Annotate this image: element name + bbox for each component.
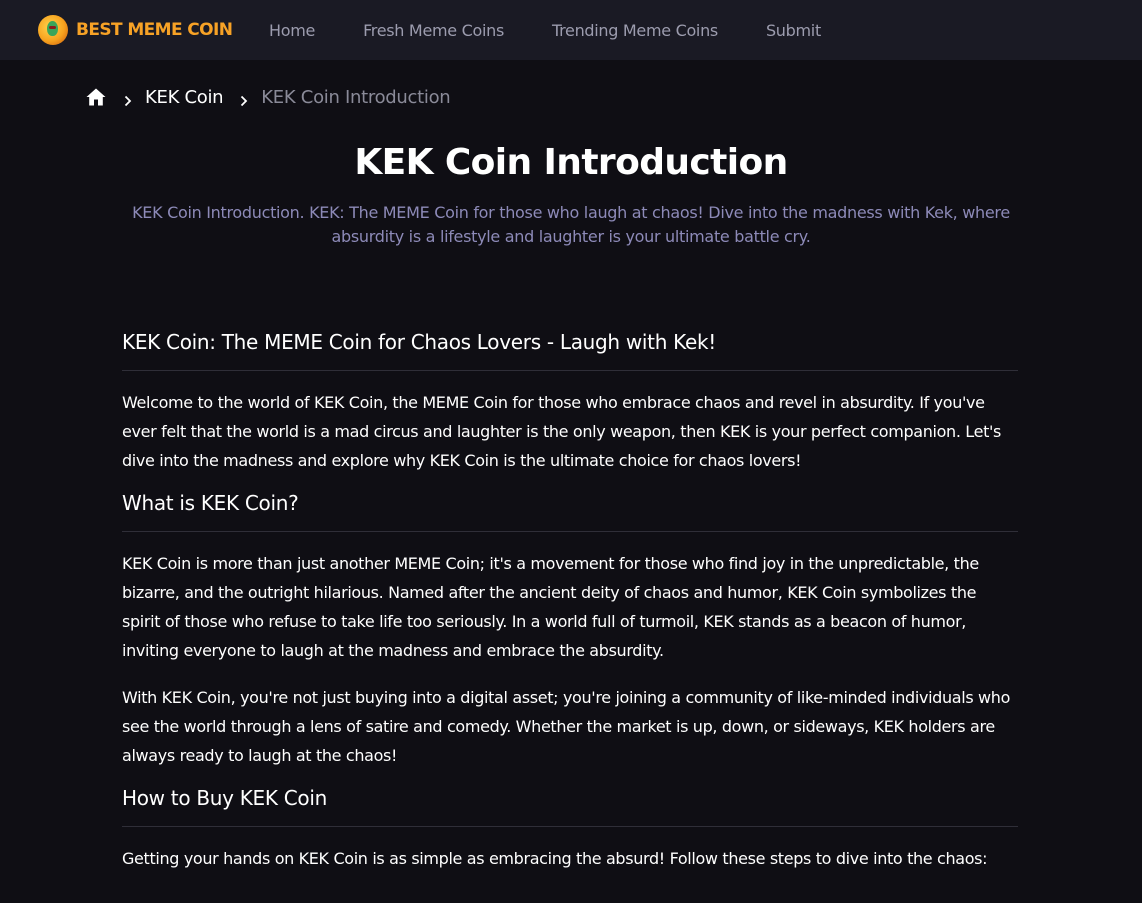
page-title: KEK Coin Introduction bbox=[354, 142, 788, 183]
coin-frog-logo-icon bbox=[38, 15, 68, 45]
section-heading-how-to-buy: How to Buy KEK Coin bbox=[122, 784, 1018, 827]
chevron-right-icon bbox=[239, 91, 249, 107]
breadcrumb-current: KEK Coin Introduction bbox=[261, 86, 451, 108]
section-paragraph: Welcome to the world of KEK Coin, the ME… bbox=[122, 393, 1002, 470]
nav-item-trending-meme-coins[interactable]: Trending Meme Coins bbox=[552, 21, 718, 40]
article-body: KEK Coin: The MEME Coin for Chaos Lovers… bbox=[122, 328, 1018, 891]
section-paragraph: With KEK Coin, you're not just buying in… bbox=[122, 688, 1011, 765]
breadcrumb: KEK Coin KEK Coin Introduction bbox=[86, 86, 451, 108]
page-intro: KEK Coin Introduction. KEK: The MEME Coi… bbox=[132, 203, 1010, 246]
nav-item-home[interactable]: Home bbox=[269, 21, 315, 40]
main-nav: Home Fresh Meme Coins Trending Meme Coin… bbox=[269, 21, 869, 40]
section-heading-chaos-lovers: KEK Coin: The MEME Coin for Chaos Lovers… bbox=[122, 328, 1018, 371]
top-navbar: BEST MEME COIN Home Fresh Meme Coins Tre… bbox=[0, 0, 1142, 60]
chevron-right-icon bbox=[123, 91, 133, 107]
nav-item-fresh-meme-coins[interactable]: Fresh Meme Coins bbox=[363, 21, 504, 40]
breadcrumb-parent-link[interactable]: KEK Coin bbox=[145, 87, 224, 108]
nav-item-submit[interactable]: Submit bbox=[766, 21, 821, 40]
section-heading-what-is-kek: What is KEK Coin? bbox=[122, 489, 1018, 532]
home-icon[interactable] bbox=[86, 87, 106, 107]
section-paragraph: KEK Coin is more than just another MEME … bbox=[122, 554, 979, 660]
section-paragraph: Getting your hands on KEK Coin is as sim… bbox=[122, 849, 988, 868]
brand-name: BEST MEME COIN bbox=[76, 20, 233, 40]
brand-link[interactable]: BEST MEME COIN bbox=[38, 15, 244, 45]
